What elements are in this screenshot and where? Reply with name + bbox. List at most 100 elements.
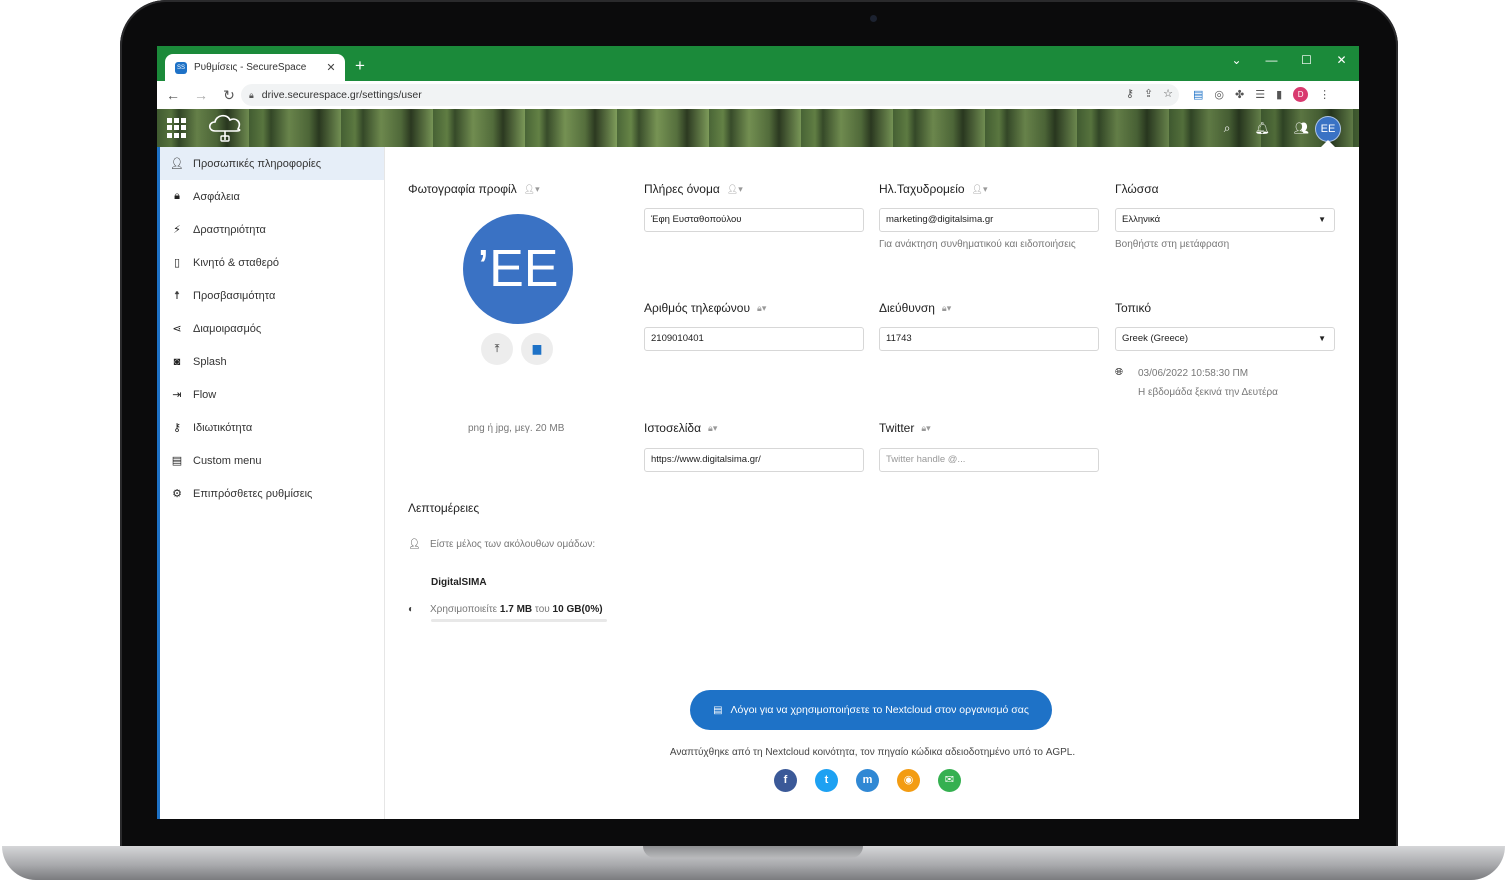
sidebar-item-label: Δραστηριότητα <box>193 223 266 236</box>
phone-title: Αριθμός τηλεφώνου 🔒︎▾ <box>644 301 766 315</box>
language-select[interactable]: Ελληνικά ▼ <box>1115 208 1335 232</box>
close-window-button[interactable]: ✕ <box>1324 46 1359 76</box>
tab-close-icon[interactable]: ✕ <box>323 61 339 74</box>
locale-value: Greek (Greece) <box>1122 333 1188 344</box>
profile-photo-label: Φωτογραφία προφίλ <box>408 182 517 196</box>
quota-progress-bar <box>431 619 607 622</box>
header-icons: ⌕ 🔔︎ 👥︎ <box>1224 121 1309 136</box>
quota-mid: του <box>534 604 550 615</box>
phone-input[interactable]: 2109010401 <box>644 327 864 351</box>
sidebar-item-sharing[interactable]: ⋖ Διαμοιρασμός <box>160 312 384 345</box>
address-bar[interactable]: 🔒︎ drive.securespace.gr/settings/user ⚷ … <box>241 84 1179 106</box>
email-label: Ηλ.Ταχυδρομείο <box>879 182 965 196</box>
sidebar-item-custom-menu[interactable]: ▤ Custom menu <box>160 444 384 477</box>
browser-tab-strip: SS Ρυθμίσεις - SecureSpace ✕ + ⌄ — ☐ ✕ <box>157 46 1359 81</box>
scope-lock-icon[interactable]: 🔒︎▾ <box>708 423 717 434</box>
share-icon: ⋖ <box>172 323 182 335</box>
locale-title: Τοπικό <box>1115 301 1151 315</box>
fullname-input[interactable]: Έφη Ευσταθοπούλου <box>644 208 864 232</box>
translate-help-link[interactable]: Βοηθήστε στη μετάφραση <box>1115 239 1229 250</box>
address-label: Διεύθυνση <box>879 301 935 315</box>
new-tab-button[interactable]: + <box>355 56 365 76</box>
tab-search-icon[interactable]: ⌄ <box>1219 46 1254 76</box>
browser-tab[interactable]: SS Ρυθμίσεις - SecureSpace ✕ <box>165 54 345 81</box>
caret-down-icon: ▼ <box>1318 334 1326 343</box>
cloud-logo-icon[interactable] <box>205 111 245 145</box>
scope-lock-icon[interactable]: 🔒︎▾ <box>921 423 930 434</box>
sidebar-item-phone[interactable]: ▯ Κινητό & σταθερό <box>160 246 384 279</box>
sidebar-item-personal-info[interactable]: 👤︎ Προσωπικές πληροφορίες <box>160 147 384 180</box>
sidebar-item-flow[interactable]: ⇥ Flow <box>160 378 384 411</box>
twitter-input[interactable]: Twitter handle @... <box>879 448 1099 472</box>
mail-icon[interactable]: ✉ <box>938 769 961 792</box>
forward-arrow-icon[interactable]: → <box>189 87 213 103</box>
sidebar-item-label: Splash <box>193 355 227 368</box>
sidebar-item-activity[interactable]: ⚡︎ Δραστηριότητα <box>160 213 384 246</box>
scope-lock-icon[interactable]: 🔒︎▾ <box>942 303 951 314</box>
minimize-button[interactable]: — <box>1254 46 1289 76</box>
quota-total: 10 GB <box>552 604 582 615</box>
back-arrow-icon[interactable]: ← <box>161 87 185 103</box>
upload-icon[interactable]: ⤒ <box>481 333 513 365</box>
extension-compass-icon[interactable]: ◎ <box>1214 88 1224 101</box>
side-panel-icon[interactable]: ▮ <box>1276 88 1282 101</box>
scope-lock-icon[interactable]: 🔒︎▾ <box>757 303 766 314</box>
locale-select[interactable]: Greek (Greece) ▼ <box>1115 327 1335 351</box>
share-page-icon[interactable]: ⇪ <box>1144 87 1153 100</box>
locale-label: Τοπικό <box>1115 301 1151 315</box>
scope-menu-icon[interactable]: 👤︎▾ <box>727 184 743 195</box>
scope-menu-icon[interactable]: 👤︎▾ <box>972 184 988 195</box>
chrome-menu-icon[interactable]: ⋮ <box>1319 88 1330 101</box>
notifications-icon[interactable]: 🔔︎ <box>1255 121 1270 136</box>
accessibility-icon: ☨ <box>174 290 180 302</box>
user-icon: 👤︎ <box>170 158 184 170</box>
twitter-icon[interactable]: t <box>815 769 838 792</box>
phone-label: Αριθμός τηλεφώνου <box>644 301 751 315</box>
phone-icon: ▯ <box>173 257 181 269</box>
sidebar-item-label: Flow <box>193 388 217 401</box>
footer-credit: Αναπτύχθηκε από τη Nextcloud κοινότητα, … <box>669 747 1076 758</box>
key-icon[interactable]: ⚷ <box>1126 87 1134 100</box>
sidebar-item-label: Προσβασιμότητα <box>193 289 276 302</box>
lock-icon[interactable]: 🔒︎ <box>249 90 254 101</box>
mastodon-icon[interactable]: m <box>856 769 879 792</box>
scope-menu-icon[interactable]: 👤︎▾ <box>524 184 540 195</box>
week-start-hint: Η εβδομάδα ξεκινά την Δευτέρα <box>1138 387 1278 398</box>
sidebar-item-splash[interactable]: ◙ Splash <box>160 345 384 378</box>
maximize-button[interactable]: ☐ <box>1289 46 1324 76</box>
details-label: Λεπτομέρειες <box>408 501 480 515</box>
caret-down-icon: ▼ <box>1318 215 1326 224</box>
extensions-puzzle-icon[interactable]: ✤ <box>1235 88 1244 101</box>
contacts-icon[interactable]: 👥︎ <box>1294 121 1309 136</box>
groups-row: 👤︎ Είστε μέλος των ακόλουθων ομάδων: <box>408 536 598 554</box>
sidebar-item-label: Διαμοιρασμός <box>193 322 262 335</box>
why-nextcloud-button[interactable]: ▤ Λόγοι για να χρησιμοποιήσετε το Nextcl… <box>690 690 1052 730</box>
flow-icon: ⇥ <box>172 389 182 401</box>
sidebar-item-privacy[interactable]: ⚷ Ιδιωτικότητα <box>160 411 384 444</box>
reading-list-icon[interactable]: ☰ <box>1255 88 1265 101</box>
sidebar-item-label: Κινητό & σταθερό <box>193 256 280 269</box>
rss-icon[interactable]: ◉ <box>897 769 920 792</box>
language-label: Γλώσσα <box>1115 182 1159 196</box>
star-icon[interactable]: ☆ <box>1163 87 1173 100</box>
sidebar-item-accessibility[interactable]: ☨ Προσβασιμότητα <box>160 279 384 312</box>
search-icon[interactable]: ⌕ <box>1224 121 1231 136</box>
email-input[interactable]: marketing@digitalsima.gr <box>879 208 1099 232</box>
sidebar-item-security[interactable]: 🔒︎ Ασφάλεια <box>160 180 384 213</box>
sidebar-item-label: Ιδιωτικότητα <box>193 421 253 434</box>
website-input[interactable]: https://www.digitalsima.gr/ <box>644 448 864 472</box>
profile-avatar[interactable]: D <box>1293 87 1309 102</box>
extension-translate-icon[interactable]: ▤ <box>1193 88 1203 101</box>
twitter-label: Twitter <box>879 421 915 435</box>
reload-icon[interactable]: ↻ <box>217 87 241 104</box>
folder-icon[interactable]: ▆ <box>521 333 553 365</box>
address-input[interactable]: 11743 <box>879 327 1099 351</box>
quota-prefix: Χρησιμοποιείτε <box>430 604 498 615</box>
nextcloud-header: ⌕ 🔔︎ 👥︎ EE <box>157 109 1359 147</box>
user-avatar-button[interactable]: EE <box>1315 116 1341 142</box>
sidebar-item-additional[interactable]: ⚙ Επιπρόσθετες ρυθμίσεις <box>160 477 384 510</box>
apps-grid-icon[interactable] <box>167 118 187 138</box>
facebook-icon[interactable]: f <box>774 769 797 792</box>
document-icon: ▤ <box>713 704 723 716</box>
tab-title: Ρυθμίσεις - SecureSpace <box>194 62 307 73</box>
